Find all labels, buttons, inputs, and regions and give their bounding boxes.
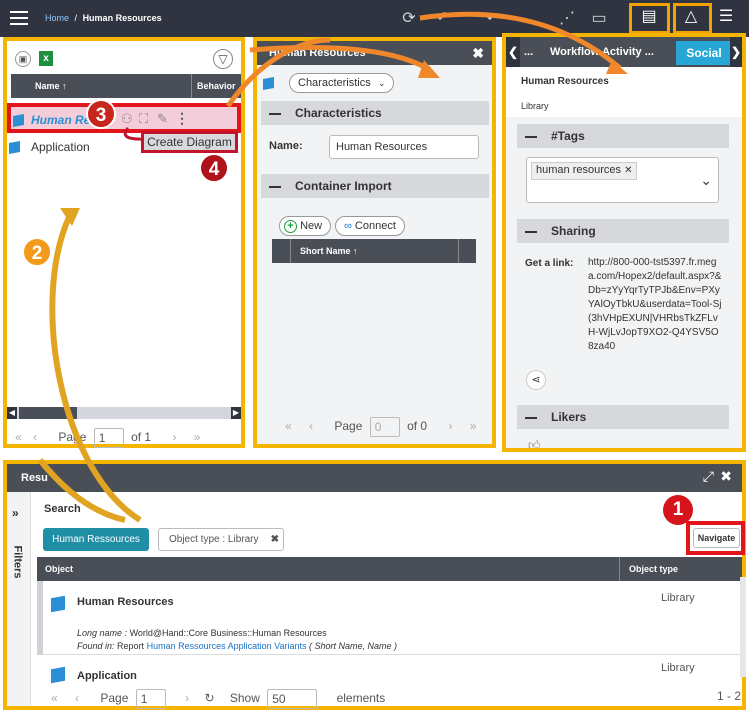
arrowhead (60, 208, 80, 226)
step-badge-1: 1 (663, 495, 693, 525)
step-badge-3: 3 (86, 99, 116, 129)
arrow-tail (37, 458, 126, 523)
arrow-to-tooltip (123, 127, 145, 141)
step-badge-4: 4 (199, 153, 229, 183)
step-badge-2: 2 (22, 237, 52, 267)
arrow-to-social (419, 11, 622, 70)
arrow-to-tree (49, 213, 142, 523)
